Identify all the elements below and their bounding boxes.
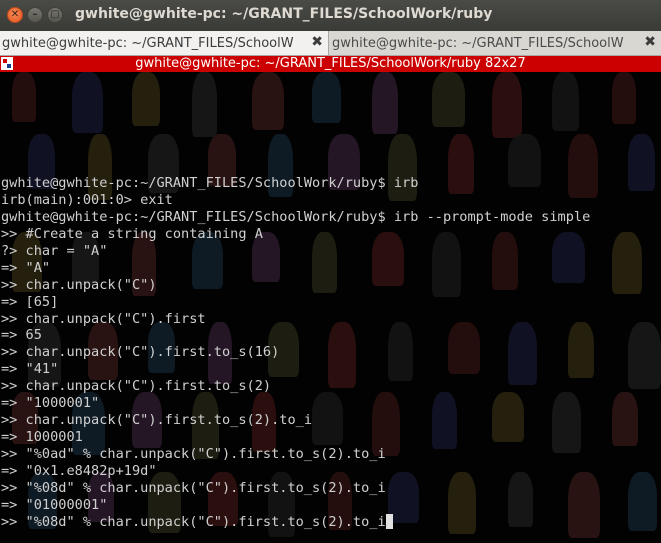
wallpaper-figure <box>132 72 160 126</box>
wallpaper-figure <box>628 472 657 531</box>
terminal-line: => "0x1.e8482p+19d" <box>1 463 590 480</box>
wallpaper-figure <box>432 72 465 127</box>
terminal-line-text: >> #Create a string containing A <box>1 225 263 242</box>
terminal-line-text: gwhite@gwhite-pc:~/GRANT_FILES/SchoolWor… <box>1 175 419 191</box>
tab-terminal-1[interactable]: gwhite@gwhite-pc: ~/GRANT_FILES/SchoolW … <box>0 31 329 55</box>
close-icon: ✕ <box>10 9 20 20</box>
terminal-line: => "01000001" <box>1 497 590 514</box>
terminal-line-text: >> "%0ad" % char.unpack("C").first.to_s(… <box>1 446 386 462</box>
wallpaper-figure <box>628 322 661 389</box>
wallpaper-figure <box>612 392 638 446</box>
terminal-line: => [65] <box>1 294 590 311</box>
terminal-line-text: >> "%08d" % char.unpack("C").first.to_s(… <box>1 513 386 530</box>
terminal-line-text: >> char.unpack("C").first.to_s(2) <box>1 378 272 395</box>
title-bar[interactable]: ✕ – □ gwhite@gwhite-pc: ~/GRANT_FILES/Sc… <box>0 0 661 31</box>
terminal-line: >> char.unpack("C").first.to_s(2) <box>1 378 590 395</box>
terminal-line-text: => [65] <box>1 293 59 310</box>
tab-close-icon[interactable]: ✖ <box>311 34 323 50</box>
terminal-line: >> char.unpack("C") <box>1 277 590 294</box>
terminal-line: >> char.unpack("C").first <box>1 311 590 328</box>
tab-bar: gwhite@gwhite-pc: ~/GRANT_FILES/SchoolW … <box>0 31 661 56</box>
terminal-app-icon <box>1 57 13 70</box>
wallpaper-figure <box>192 72 217 137</box>
wallpaper-figure <box>312 72 341 123</box>
terminal-line: gwhite@gwhite-pc:~/GRANT_FILES/SchoolWor… <box>1 175 590 192</box>
tab-close-icon[interactable]: ✖ <box>644 34 656 50</box>
wallpaper-figure <box>628 134 655 191</box>
terminal-line-text: ?> char = "A" <box>1 242 108 259</box>
terminal-line-text: >> char.unpack("C").first <box>1 310 206 327</box>
status-bar: gwhite@gwhite-pc: ~/GRANT_FILES/SchoolWo… <box>0 56 661 72</box>
terminal-line: >> "%08d" % char.unpack("C").first.to_s(… <box>1 513 590 531</box>
tab-label: gwhite@gwhite-pc: ~/GRANT_FILES/SchoolW <box>332 35 624 51</box>
terminal-line: gwhite@gwhite-pc:~/GRANT_FILES/SchoolWor… <box>1 209 590 226</box>
terminal-line: ?> char = "A" <box>1 243 590 260</box>
terminal-output: gwhite@gwhite-pc:~/GRANT_FILES/SchoolWor… <box>1 175 590 531</box>
terminal-line-text: => 65 <box>1 327 42 344</box>
wallpaper-figure <box>612 232 642 294</box>
tab-terminal-2[interactable]: gwhite@gwhite-pc: ~/GRANT_FILES/SchoolW … <box>330 31 661 55</box>
window-title: gwhite@gwhite-pc: ~/GRANT_FILES/SchoolWo… <box>75 6 493 22</box>
text-cursor <box>385 513 393 529</box>
terminal-line-text: => 1000001 <box>1 429 83 446</box>
terminal-line-text: => "1000001" <box>1 395 100 412</box>
wallpaper-figure <box>252 72 284 130</box>
tab-label: gwhite@gwhite-pc: ~/GRANT_FILES/SchoolW <box>2 35 294 51</box>
wallpaper-figure <box>492 72 522 138</box>
terminal-line: >> "%0ad" % char.unpack("C").first.to_s(… <box>1 446 590 463</box>
terminal-line: >> char.unpack("C").first.to_s(2).to_i <box>1 412 590 429</box>
terminal-line-text: irb(main):001:0> exit <box>1 191 173 208</box>
maximize-icon: □ <box>50 9 60 20</box>
terminal-line-text: >> char.unpack("C").first.to_s(16) <box>1 344 280 361</box>
terminal-line-text: => "A" <box>1 259 51 276</box>
terminal-window: ✕ – □ gwhite@gwhite-pc: ~/GRANT_FILES/Sc… <box>0 0 661 543</box>
terminal-line-text: => "41" <box>1 361 59 378</box>
terminal-screen[interactable]: gwhite@gwhite-pc:~/GRANT_FILES/SchoolWor… <box>0 72 661 543</box>
terminal-line: => "41" <box>1 361 590 378</box>
wallpaper-figure <box>12 72 36 122</box>
terminal-line-text: => "01000001" <box>1 496 108 513</box>
terminal-line: >> "%08d" % char.unpack("C").first.to_s(… <box>1 480 590 497</box>
terminal-line: >> #Create a string containing A <box>1 226 590 243</box>
terminal-line-text: >> char.unpack("C") <box>1 276 157 293</box>
terminal-line-text: => "0x1.e8482p+19d" <box>1 462 157 479</box>
terminal-line-text: >> char.unpack("C").first.to_s(2).to_i <box>1 412 312 429</box>
wallpaper-figure <box>612 72 636 124</box>
terminal-line: => "1000001" <box>1 395 590 412</box>
terminal-line: >> char.unpack("C").first.to_s(16) <box>1 344 590 361</box>
wallpaper-figure <box>552 72 579 131</box>
window-close-button[interactable]: ✕ <box>7 7 23 23</box>
terminal-line-text: gwhite@gwhite-pc:~/GRANT_FILES/SchoolWor… <box>1 208 591 225</box>
wallpaper-figure <box>372 72 398 134</box>
minimize-icon: – <box>32 9 38 20</box>
status-bar-text: gwhite@gwhite-pc: ~/GRANT_FILES/SchoolWo… <box>135 56 526 71</box>
window-maximize-button[interactable]: □ <box>47 7 63 23</box>
wallpaper-figure <box>72 72 103 133</box>
window-minimize-button[interactable]: – <box>27 7 43 23</box>
terminal-line-text: >> "%08d" % char.unpack("C").first.to_s(… <box>1 479 386 496</box>
terminal-line: irb(main):001:0> exit <box>1 192 590 209</box>
terminal-line: => 1000001 <box>1 429 590 446</box>
terminal-line: => "A" <box>1 260 590 277</box>
terminal-line: => 65 <box>1 327 590 344</box>
